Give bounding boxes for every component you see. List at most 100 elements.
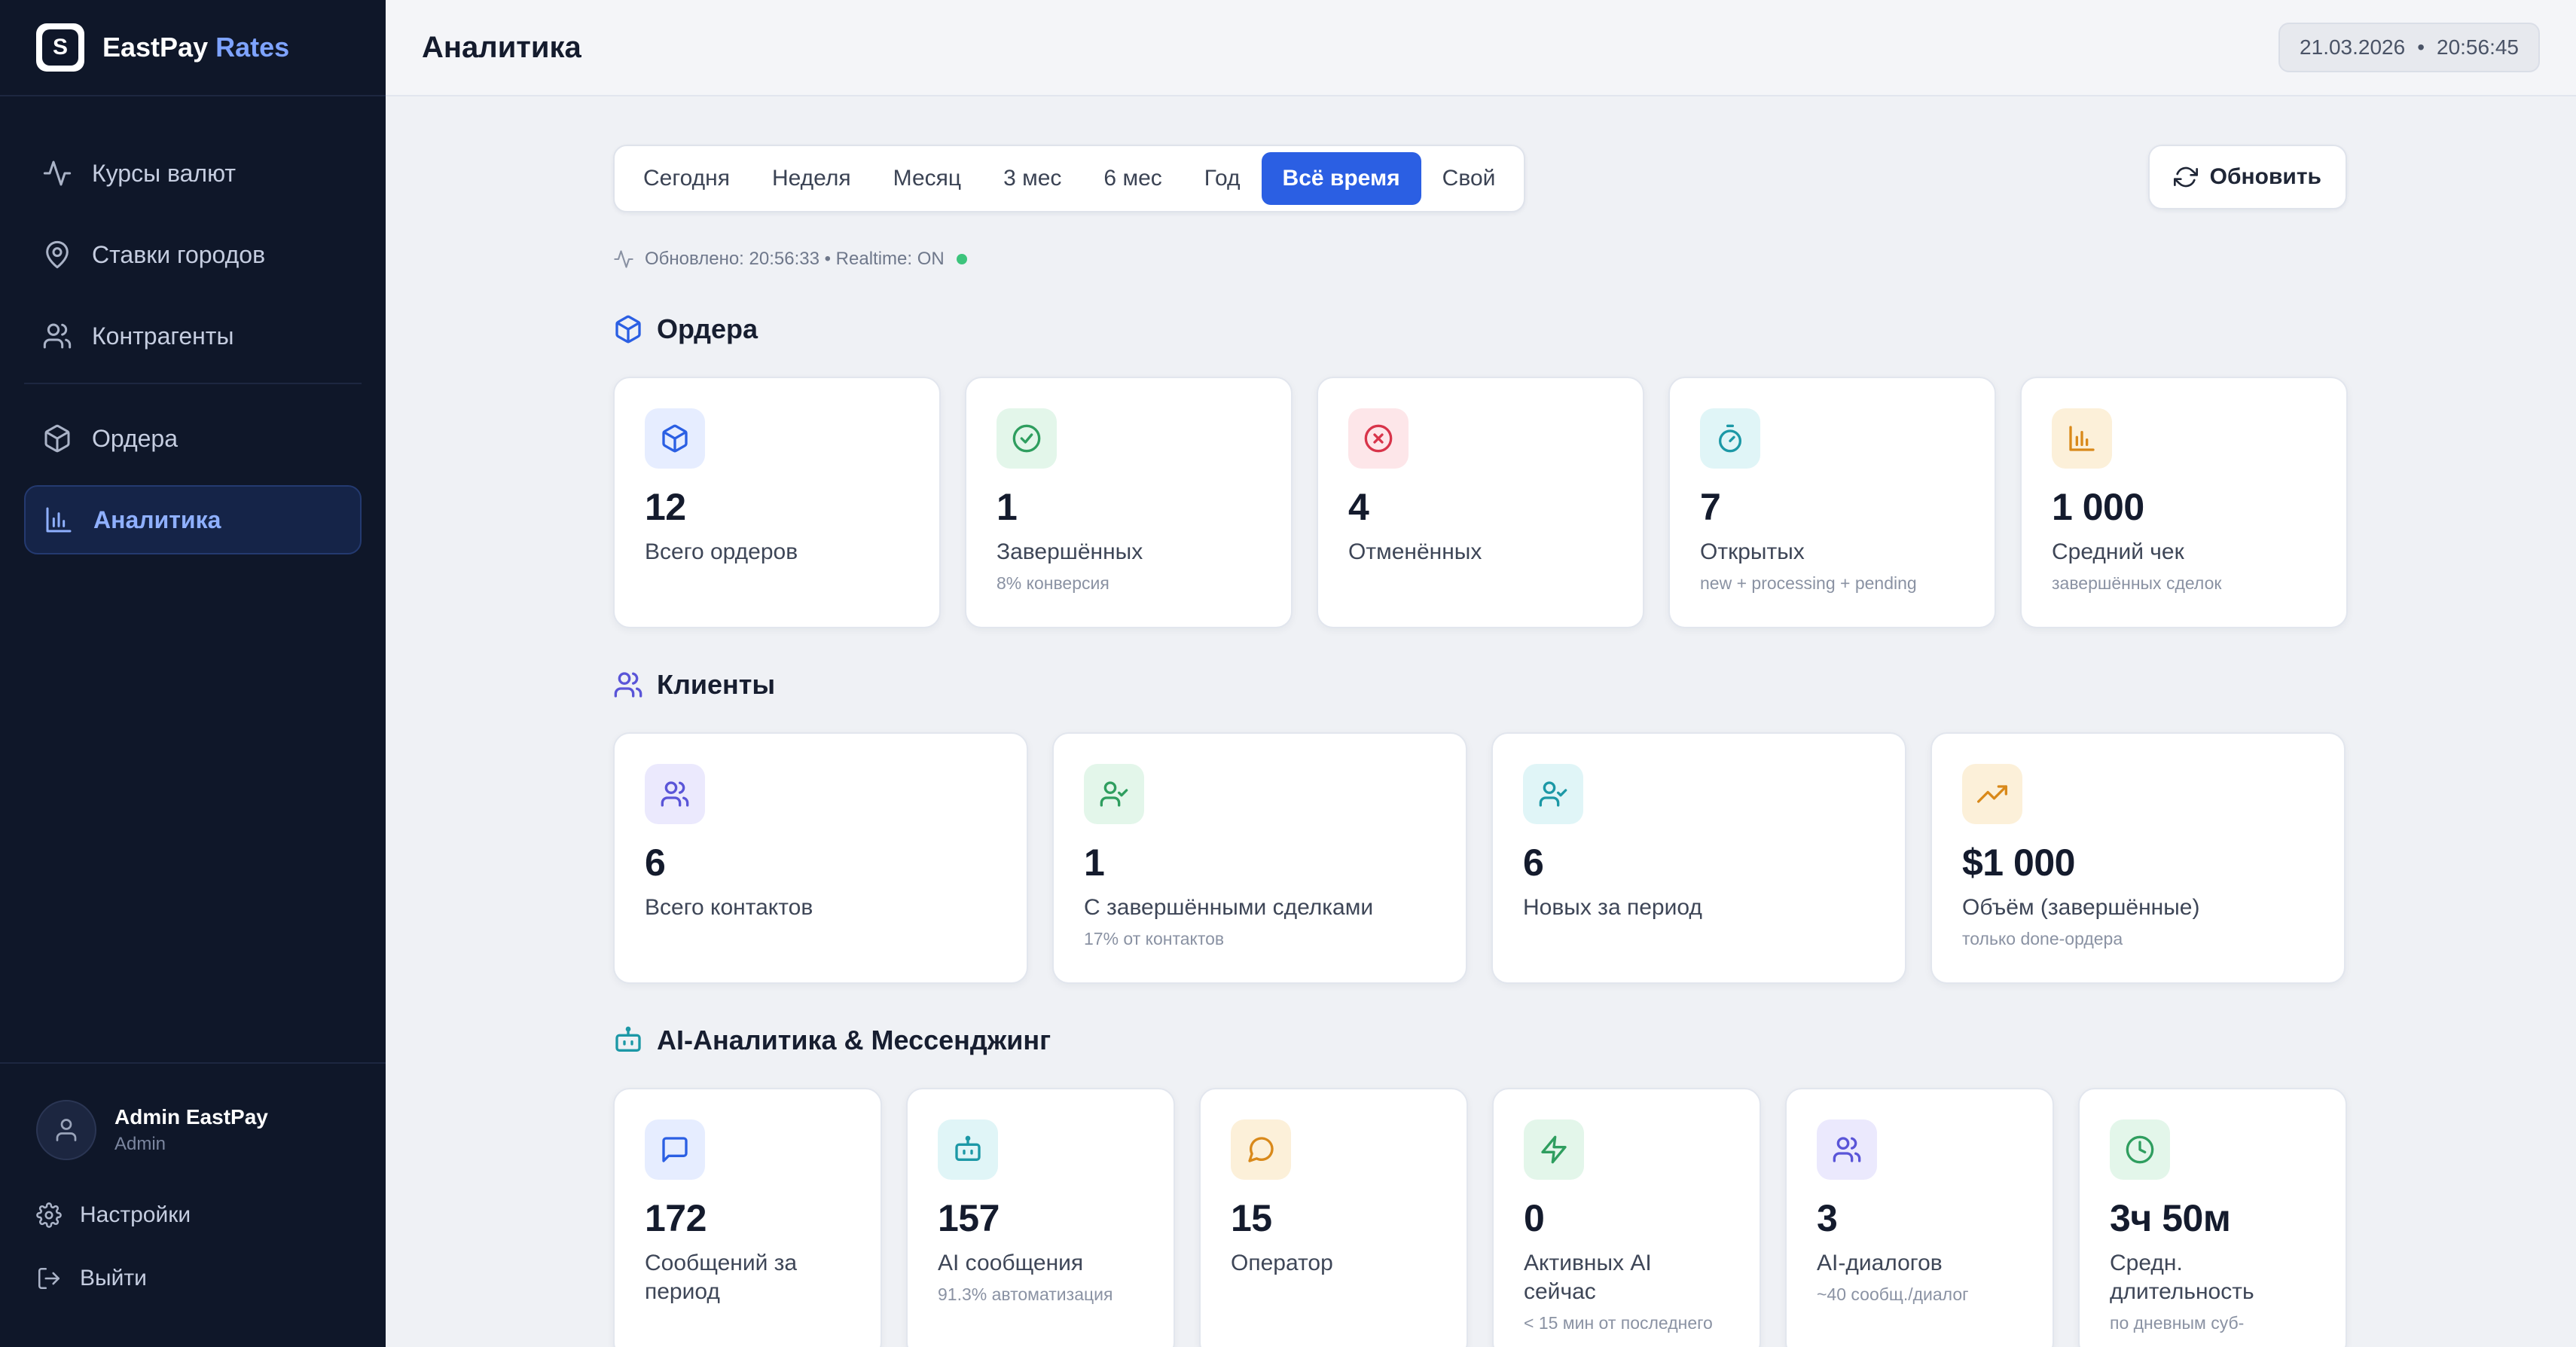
avatar — [36, 1100, 96, 1160]
card-label: Средний чек — [2052, 539, 2184, 564]
card-icon — [938, 1119, 998, 1180]
card-icon — [2110, 1119, 2170, 1180]
card-label: AI-диалогов — [1817, 1251, 1943, 1275]
filter-6-months[interactable]: 6 мес — [1082, 152, 1183, 205]
card-icon — [2052, 408, 2112, 469]
settings-label: Настройки — [80, 1202, 191, 1227]
activity-icon — [614, 250, 633, 268]
section-title-text: Клиенты — [657, 669, 776, 700]
check-circle-icon — [1012, 424, 1041, 453]
stat-card-total-orders: 12 Всего ордеров — [613, 377, 941, 628]
card-icon — [997, 408, 1057, 469]
sidebar: S EastPay Rates Курсы валют Ставки город… — [0, 0, 386, 1347]
card-label: Активных AI сейчас — [1524, 1251, 1652, 1304]
filter-year[interactable]: Год — [1183, 152, 1262, 205]
card-icon — [645, 764, 705, 824]
user-check-icon — [1539, 781, 1567, 807]
card-value: 4 — [1348, 486, 1369, 528]
card-subtext: < 15 мин от последнего — [1524, 1313, 1713, 1333]
orders-section-title: Ордера — [613, 313, 758, 345]
card-subtext: завершённых сделок — [2052, 573, 2222, 593]
card-value: 0 — [1524, 1197, 1545, 1239]
box-icon — [615, 315, 641, 344]
card-icon — [1084, 764, 1144, 824]
box-icon — [662, 424, 688, 453]
filter-month[interactable]: Месяц — [872, 152, 982, 205]
card-subtext: ~40 сообщ./диалог — [1817, 1284, 1969, 1304]
card-label: Всего контактов — [645, 895, 813, 920]
ai-cards: 172 Сообщений за период 157 AI сообщения… — [613, 1088, 2347, 1347]
stat-card-ai-messages: 157 AI сообщения 91.3% автоматизация — [906, 1088, 1175, 1347]
card-icon — [1231, 1119, 1291, 1180]
card-label: Завершённых — [997, 539, 1143, 564]
sidebar-item-orders[interactable]: Ордера — [24, 404, 362, 473]
card-label: Открытых — [1700, 539, 1805, 564]
card-label: Отменённых — [1348, 539, 1482, 564]
stat-card-ai-dialogs: 3 AI-диалогов ~40 сообщ./диалог — [1785, 1088, 2054, 1347]
card-subtext: new + processing + pending — [1700, 573, 1917, 593]
card-icon — [1700, 408, 1760, 469]
card-value: 12 — [645, 486, 686, 528]
ai-section-title: AI-Аналитика & Мессенджинг — [613, 1025, 1051, 1056]
filter-3-months[interactable]: 3 мес — [982, 152, 1082, 205]
clock-icon — [2126, 1135, 2154, 1164]
refresh-label: Обновить — [2209, 164, 2321, 189]
stat-card-average-check: 1 000 Средний чек завершённых сделок — [2020, 377, 2348, 628]
sidebar-item-label: Ставки городов — [92, 240, 266, 268]
logout-link[interactable]: Выйти — [36, 1266, 349, 1291]
stat-card-completed-orders: 1 Завершённых 8% конверсия — [965, 377, 1293, 628]
settings-link[interactable]: Настройки — [36, 1202, 349, 1228]
users-icon — [1833, 1137, 1861, 1162]
nav-divider — [24, 383, 362, 384]
filter-today[interactable]: Сегодня — [622, 152, 751, 205]
refresh-button[interactable]: Обновить — [2147, 145, 2347, 209]
card-label: AI сообщения — [938, 1251, 1084, 1275]
card-value: 1 000 — [2052, 486, 2144, 528]
card-value: 1 — [997, 486, 1018, 528]
map-pin-icon — [46, 240, 69, 269]
box-icon — [44, 424, 70, 453]
card-icon — [1962, 764, 2022, 824]
period-filter: Сегодня Неделя Месяц 3 мес 6 мес Год Всё… — [613, 145, 1526, 212]
clients-section-title: Клиенты — [613, 669, 775, 701]
users-icon — [661, 781, 689, 807]
filter-custom[interactable]: Свой — [1421, 152, 1517, 205]
card-value: 7 — [1700, 486, 1721, 528]
stat-card-contacts-with-deals: 1 С завершёнными сделками 17% от контакт… — [1052, 732, 1467, 984]
stat-card-active-ai: 0 Активных AI сейчас < 15 мин от последн… — [1492, 1088, 1761, 1347]
datetime-badge: 21.03.2026 • 20:56:45 — [2278, 23, 2540, 72]
status-text: Обновлено: 20:56:33 • Realtime: ON — [645, 249, 945, 269]
card-subtext: 17% от контактов — [1084, 929, 1225, 948]
card-subtext: по дневным суб- — [2110, 1313, 2245, 1333]
bot-icon — [615, 1026, 641, 1052]
card-icon — [1524, 1119, 1584, 1180]
stat-card-completed-volume: $1 000 Объём (завершённые) только done-о… — [1930, 732, 2346, 984]
card-value: $1 000 — [1962, 841, 2075, 884]
sidebar-item-counterparties[interactable]: Контрагенты — [24, 301, 362, 371]
card-value: 172 — [645, 1197, 707, 1239]
timer-icon — [1719, 424, 1741, 453]
card-value: 3ч 50м — [2110, 1197, 2231, 1239]
users-icon — [43, 323, 72, 349]
brand-name-accent: Rates — [215, 32, 290, 63]
card-subtext: 91.3% автоматизация — [938, 1284, 1113, 1304]
filter-all-time[interactable]: Всё время — [1261, 152, 1421, 205]
sidebar-nav: Курсы валют Ставки городов Контрагенты О… — [0, 96, 386, 554]
sidebar-item-analytics[interactable]: Аналитика — [24, 485, 362, 554]
trending-up-icon — [1977, 785, 2007, 803]
filter-week[interactable]: Неделя — [751, 152, 872, 205]
card-subtext: 8% конверсия — [997, 573, 1109, 593]
clients-cards: 6 Всего контактов 1 С завершёнными сделк… — [613, 732, 2346, 984]
sidebar-item-city-rates[interactable]: Ставки городов — [24, 220, 362, 289]
user-profile[interactable]: Admin EastPay Admin — [36, 1100, 349, 1160]
card-icon — [1817, 1119, 1877, 1180]
stat-card-total-contacts: 6 Всего контактов — [613, 732, 1028, 984]
brand-name: EastPay Rates — [102, 32, 289, 63]
sidebar-item-rates[interactable]: Курсы валют — [24, 139, 362, 208]
sidebar-footer: Admin EastPay Admin Настройки Выйти — [0, 1062, 386, 1347]
brand[interactable]: S EastPay Rates — [0, 0, 386, 96]
stat-card-cancelled-orders: 4 Отменённых — [1317, 377, 1644, 628]
bar-chart-icon — [46, 507, 72, 533]
stat-card-avg-duration: 3ч 50м Средн. длительность по дневным су… — [2078, 1088, 2347, 1347]
brand-logo: S — [36, 23, 84, 72]
